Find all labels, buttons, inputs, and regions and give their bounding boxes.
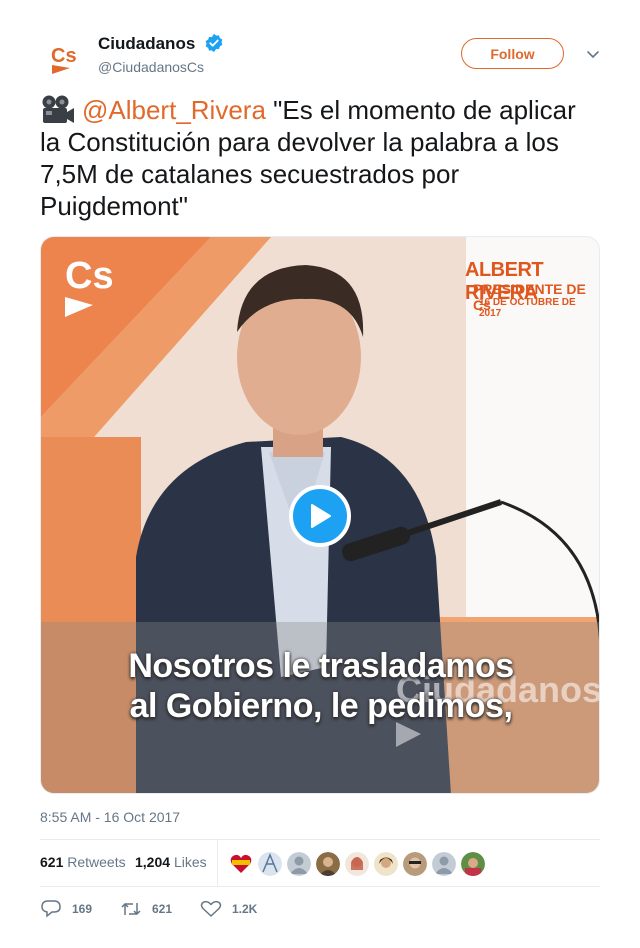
- overlay-date: 16 DE OCTUBRE DE 2017: [479, 297, 576, 319]
- video-player[interactable]: Ciudadanos Cs ALBERT RIVERA PRESIDENTE D…: [40, 236, 600, 794]
- retweet-button[interactable]: 621: [120, 900, 172, 918]
- mention-link[interactable]: @Albert_Rivera: [82, 95, 266, 125]
- liker-avatar[interactable]: [316, 852, 340, 876]
- tweet-text: @Albert_Rivera "Es el momento de aplicar…: [40, 94, 600, 222]
- subtitle-line-2: al Gobierno, le pedimos,: [129, 687, 513, 725]
- account-name[interactable]: Ciudadanos: [98, 34, 195, 54]
- liker-avatar[interactable]: [461, 852, 485, 876]
- avatar-text: Cs: [51, 45, 77, 67]
- liker-avatar[interactable]: [287, 852, 311, 876]
- retweets-count: 621: [40, 854, 64, 870]
- retweet-icon: [121, 902, 141, 916]
- movie-camera-icon: [42, 95, 74, 123]
- like-count: 1.2K: [232, 902, 258, 916]
- follow-button[interactable]: Follow: [461, 38, 564, 69]
- account-avatar[interactable]: Cs: [40, 32, 88, 80]
- liker-avatar[interactable]: [345, 852, 369, 876]
- account-handle[interactable]: @CiudadanosCs: [98, 59, 204, 75]
- divider: [40, 886, 600, 887]
- reply-icon: [41, 900, 61, 918]
- divider: [217, 840, 218, 886]
- liker-avatar[interactable]: [258, 852, 282, 876]
- likes-stat[interactable]: 1,204 Likes: [135, 854, 207, 870]
- retweets-label: Retweets: [67, 854, 126, 870]
- verified-badge-icon: [205, 33, 223, 53]
- like-button[interactable]: 1.2K: [200, 900, 257, 918]
- video-logo: Cs: [65, 255, 114, 297]
- tweet-timestamp[interactable]: 8:55 AM - 16 Oct 2017: [40, 809, 180, 825]
- liker-avatar[interactable]: [403, 852, 427, 876]
- liker-avatar[interactable]: [229, 852, 253, 876]
- likes-count: 1,204: [135, 854, 171, 870]
- tweet-header: Cs Ciudadanos @CiudadanosCs Follow: [40, 28, 600, 88]
- tweet-actions: 169 621 1.2K: [40, 896, 600, 922]
- retweet-count: 621: [152, 902, 173, 916]
- liker-avatar[interactable]: [432, 852, 456, 876]
- reply-count: 169: [72, 902, 93, 916]
- chevron-down-icon[interactable]: [585, 46, 601, 62]
- play-button[interactable]: [289, 485, 351, 547]
- heart-icon: [200, 900, 222, 917]
- liker-avatar[interactable]: [374, 852, 398, 876]
- subtitle-line-1: Nosotros le trasladamos: [128, 647, 514, 685]
- cs-logo-icon: Cs: [40, 32, 88, 80]
- tweet-stats: 621 Retweets 1,204 Likes: [40, 840, 600, 886]
- likes-label: Likes: [173, 854, 207, 870]
- reply-button[interactable]: 169: [40, 900, 92, 918]
- play-icon: [311, 504, 331, 528]
- retweets-stat[interactable]: 621 Retweets: [40, 854, 126, 870]
